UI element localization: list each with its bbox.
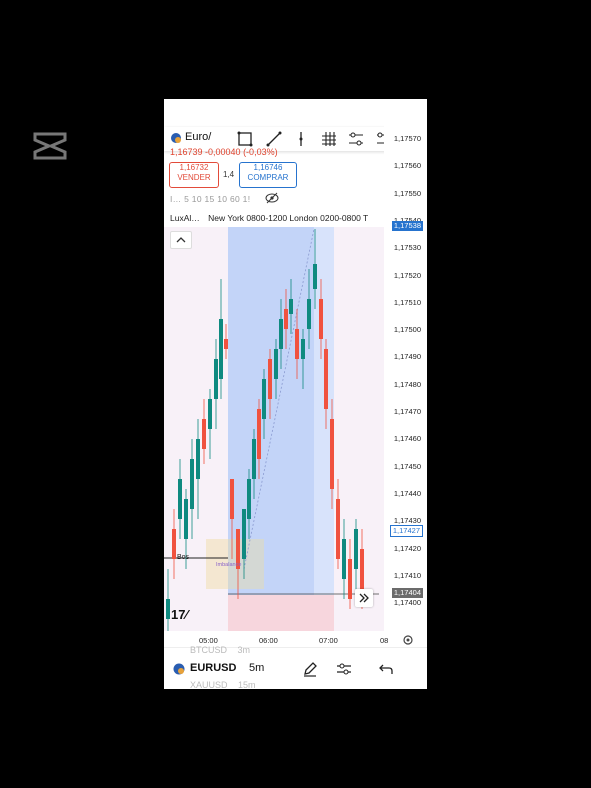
candle-body xyxy=(268,359,272,399)
candle-body xyxy=(252,439,256,479)
low-price-label: 1,17404 xyxy=(391,588,423,598)
high-price-label: 1,17538 xyxy=(391,221,423,231)
chart-settings-gear-icon[interactable] xyxy=(402,634,414,646)
candle-body xyxy=(330,419,334,489)
trendline-tool-icon[interactable] xyxy=(265,130,283,148)
time-tick: 08 xyxy=(380,636,389,645)
time-tick: 07:00 xyxy=(319,636,338,645)
candle-body xyxy=(284,309,288,329)
candle-body xyxy=(307,299,311,329)
time-tick: 05:00 xyxy=(199,636,218,645)
price-tick: 1,17440 xyxy=(393,488,421,498)
price-change: 1,16739 -0,00040 (-0,03%) xyxy=(170,147,278,157)
sell-price: 1,16732 xyxy=(179,163,209,172)
candle-body xyxy=(262,379,266,419)
candle-body xyxy=(166,599,170,619)
candle-body xyxy=(172,529,176,559)
euro-flag-icon xyxy=(171,133,181,143)
price-axis[interactable]: 1,175701,175601,175501,175401,175301,175… xyxy=(384,99,427,644)
pencil-icon[interactable] xyxy=(301,660,319,678)
candle-body xyxy=(247,479,251,519)
candle-body xyxy=(202,419,206,449)
candle-body xyxy=(184,499,188,539)
candle-body xyxy=(242,509,246,559)
candle-body xyxy=(295,329,299,359)
current-symbol[interactable]: EURUSD xyxy=(190,662,236,674)
candle-body xyxy=(319,299,323,339)
price-tick: 1,17490 xyxy=(393,352,421,362)
candle-body xyxy=(257,409,261,459)
price-tick: 1,17560 xyxy=(393,161,421,171)
price-tick: 1,17510 xyxy=(393,297,421,307)
chevron-up-icon xyxy=(176,237,186,243)
price-tick: 1,17420 xyxy=(393,543,421,553)
settings-lines-icon[interactable] xyxy=(347,130,365,148)
candle-body xyxy=(274,349,278,379)
grid-tool-icon[interactable] xyxy=(320,130,338,148)
price-tick: 1,17550 xyxy=(393,188,421,198)
price-tick: 1,17430 xyxy=(393,516,421,526)
price-tick: 1,17410 xyxy=(393,570,421,580)
quantity-value[interactable]: 1,4 xyxy=(223,170,234,179)
scroll-to-realtime-button[interactable] xyxy=(355,589,373,607)
symbol-name[interactable]: Euro/ xyxy=(185,131,211,143)
current-price-label: 1,17427 xyxy=(389,525,423,537)
undo-icon[interactable] xyxy=(377,660,395,678)
vertical-line-tool-icon[interactable] xyxy=(292,130,310,148)
indicator-legend[interactable]: LuxAl… New York 0800-1200 London 0200-08… xyxy=(170,213,368,223)
bottom-toolbar: BTCUSD 3m EURUSD 5m XAUUSD 15m xyxy=(164,645,427,689)
candle-body xyxy=(289,299,293,314)
candle-body xyxy=(313,264,317,289)
symbol-below[interactable]: XAUUSD 15m xyxy=(190,680,256,689)
imbalance-label: Imbalance xyxy=(216,562,241,568)
indicator-name: LuxAl… xyxy=(170,213,200,223)
tradingview-logo: 17⁄ xyxy=(171,607,188,622)
candle-body xyxy=(178,479,182,519)
price-tick: 1,17470 xyxy=(393,407,421,416)
candle-body xyxy=(230,479,234,519)
candle-body xyxy=(354,529,358,569)
buy-button[interactable]: 1,16746 COMPRAR xyxy=(239,162,297,188)
candle-body xyxy=(224,339,228,349)
candle-body xyxy=(336,499,340,559)
time-tick: 06:00 xyxy=(259,636,278,645)
symbol-above[interactable]: BTCUSD 3m xyxy=(190,645,250,655)
candle-body xyxy=(301,339,305,359)
sell-label: VENDER xyxy=(177,173,211,182)
candle-body xyxy=(208,399,212,429)
interval-list[interactable]: I… 5 10 15 10 60 1! xyxy=(170,194,250,204)
price-tick: 1,17520 xyxy=(393,270,421,280)
price-tick: 1,17450 xyxy=(393,461,421,471)
candle-body xyxy=(219,319,223,379)
symbol-flag-icon xyxy=(173,663,185,675)
candle-body xyxy=(190,459,194,509)
candle-body xyxy=(342,539,346,579)
price-tick: 1,17400 xyxy=(393,598,421,608)
price-tick: 1,17480 xyxy=(393,379,421,389)
price-tick: 1,17500 xyxy=(393,325,421,335)
hide-eye-icon[interactable] xyxy=(265,192,279,204)
candle-body xyxy=(279,319,283,349)
sell-button[interactable]: 1,16732 VENDER xyxy=(169,162,219,188)
candle-body xyxy=(214,359,218,399)
collapse-legend-button[interactable] xyxy=(170,231,192,249)
candle-body xyxy=(348,559,352,599)
phone-screen: Bos Imbalance Euro/ 1,16739 -0,00040 (-0… xyxy=(164,99,427,689)
bos-label: Bos xyxy=(177,554,190,561)
current-timeframe[interactable]: 5m xyxy=(249,662,264,674)
double-chevron-right-icon xyxy=(359,593,369,603)
adjust-sliders-icon[interactable] xyxy=(335,660,353,678)
candle-body xyxy=(324,349,328,409)
buy-label: COMPRAR xyxy=(247,173,289,182)
price-tick: 1,17460 xyxy=(393,434,421,444)
rectangle-tool-icon[interactable] xyxy=(236,130,254,148)
price-tick: 1,17570 xyxy=(393,134,421,143)
capcut-logo-icon xyxy=(33,132,67,160)
price-tick: 1,17530 xyxy=(393,243,421,253)
pink-zone xyxy=(228,595,334,631)
sessions-text: New York 0800-1200 London 0200-0800 T xyxy=(208,213,369,223)
buy-price: 1,16746 xyxy=(253,163,283,172)
candle-body xyxy=(196,439,200,479)
